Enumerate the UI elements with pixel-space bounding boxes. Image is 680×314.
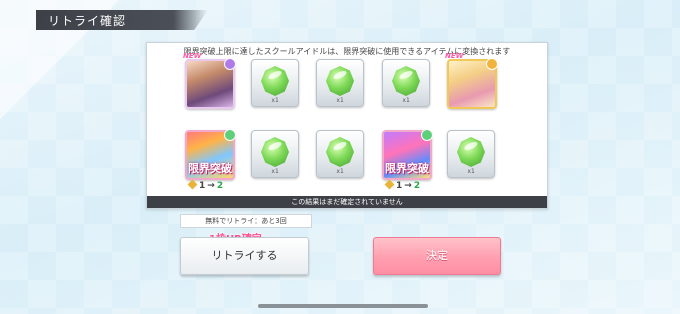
result-panel: 限界突破上限に達したスクールアイドルは、限界突破に使用できるアイテムに変換されま… [146, 42, 548, 209]
limit-break-upgrade: 1 → 2 [187, 179, 223, 191]
item-count: x1 [336, 168, 344, 175]
plus-icon [224, 129, 236, 141]
item-count: x1 [271, 97, 279, 104]
limit-break-upgrade: 1 → 2 [384, 179, 420, 191]
purple-star-icon [224, 58, 236, 70]
card-slot-5[interactable]: NEW [445, 52, 498, 109]
item-count: x1 [402, 97, 410, 104]
unconfirmed-notice: この結果はまだ確定されていません [147, 196, 547, 208]
confirm-button[interactable]: 決定 [373, 237, 501, 275]
home-indicator[interactable] [258, 304, 428, 308]
item-count: x1 [336, 97, 344, 104]
panel-description: 限界突破上限に達したスクールアイドルは、限界突破に使用できるアイテムに変換されま… [183, 47, 511, 56]
page-title: リトライ確認 [48, 14, 127, 28]
plus-icon [421, 129, 433, 141]
limit-break-label: 限界突破 [188, 162, 232, 175]
card-slot-8[interactable]: x1 [316, 130, 364, 178]
card-slot-2[interactable]: x1 [251, 59, 299, 107]
card-slot-4[interactable]: x1 [382, 59, 430, 107]
card-slot-6[interactable]: 限界突破 [185, 129, 236, 180]
item-count: x1 [271, 168, 279, 175]
new-badge: NEW [445, 52, 464, 60]
card-slot-1[interactable]: NEW [183, 52, 236, 109]
card-slot-10[interactable]: x1 [447, 130, 495, 178]
card-slot-9[interactable]: 限界突破 [382, 129, 433, 180]
item-count: x1 [467, 168, 475, 175]
retry-button[interactable]: リトライする [180, 237, 309, 275]
gold-star-icon [486, 58, 498, 70]
new-badge: NEW [183, 52, 202, 60]
free-retry-info: 無料でリトライ：あと3回 [180, 214, 312, 228]
diamond-icon [187, 179, 198, 190]
card-slot-7[interactable]: x1 [251, 130, 299, 178]
card-slot-3[interactable]: x1 [316, 59, 364, 107]
limit-break-label: 限界突破 [385, 162, 429, 175]
diamond-icon [384, 179, 395, 190]
